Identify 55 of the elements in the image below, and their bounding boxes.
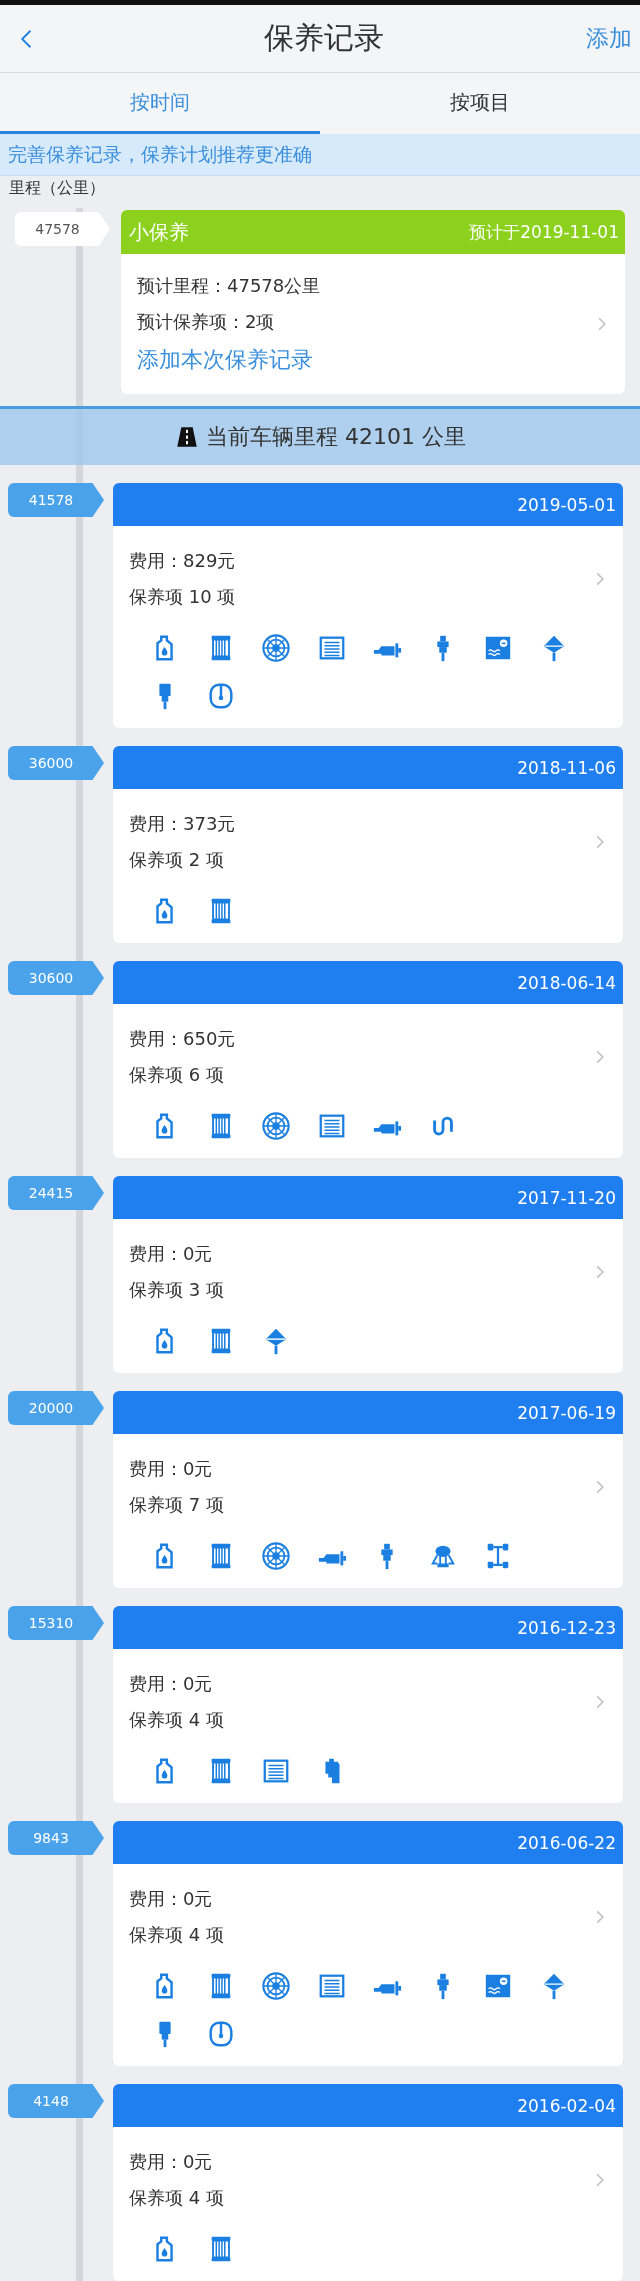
record-date: 2016-02-04 [517,2095,616,2116]
record-card[interactable]: 2018-11-06 费用：373元 保养项 2 项 [113,746,623,943]
current-mileage: 当前车辆里程 42101 公里 [206,423,466,451]
record-date: 2017-11-20 [517,1187,616,1208]
item-count: 保养项 2 项 [129,848,224,872]
cost-text: 费用：0元 [129,1672,213,1696]
cost-text: 费用：0元 [129,1887,213,1911]
item-count: 保养项 4 项 [129,1923,224,1947]
record-card[interactable]: 2017-11-20 费用：0元 保养项 3 项 [113,1176,623,1373]
mileage-tag: 24415 [8,1176,104,1210]
mileage-tag: 20000 [8,1391,104,1425]
cost-text: 费用：0元 [129,1457,213,1481]
item-count: 保养项 3 项 [129,1278,224,1302]
record-card[interactable]: 2016-06-22 费用：0元 保养项 4 项 [113,1821,623,2066]
cost-text: 费用：829元 [129,549,236,573]
mileage-tag: 30600 [8,961,104,995]
item-count: 保养项 4 项 [129,1708,224,1732]
record-date: 2018-11-06 [517,757,616,778]
record-card[interactable]: 2018-06-14 费用：650元 保养项 6 项 [113,961,623,1158]
item-count: 保养项 4 项 [129,2186,224,2210]
record-card[interactable]: 2019-05-01 费用：829元 保养项 10 项 [113,483,623,728]
cost-text: 费用：0元 [129,1242,213,1266]
item-count: 保养项 7 项 [129,1493,224,1517]
item-count: 保养项 6 项 [129,1063,224,1087]
record-date: 2017-06-19 [517,1402,616,1423]
cost-text: 费用：0元 [129,2150,213,2174]
page-title: 保养记录 [263,19,384,57]
record-card[interactable]: 2016-12-23 费用：0元 保养项 4 项 [113,1606,623,1803]
item-count: 保养项 10 项 [129,585,236,609]
record-date: 2016-12-23 [517,1617,616,1638]
record-card[interactable]: 2016-02-04 费用：0元 保养项 4 项 [113,2084,623,2281]
fan-icon [261,1540,291,1572]
tab[interactable]: 按项目 [320,73,640,134]
axis-label: 里程（公里） [9,178,105,197]
plan-card[interactable]: 小保养 预计于2019-11-01 预计里程：47578公里 预计保养项：2项 添加本次保养记录 [121,210,625,394]
mileage-tag: 36000 [8,746,104,780]
plan-title: 小保养 [129,218,189,246]
mileage-tag: 9843 [8,1821,104,1855]
cost-text: 费用：373元 [129,812,236,836]
fan-icon [261,632,291,664]
record-date: 2016-06-22 [517,1832,616,1853]
fan-icon [261,1110,291,1142]
mileage-tag: 41578 [8,483,104,517]
notice-text: 完善保养记录，保养计划推荐更准确 [7,142,313,167]
record-date: 2018-06-14 [517,972,616,993]
cost-text: 费用：650元 [129,1027,236,1051]
mileage-tag: 15310 [8,1606,104,1640]
plan-detail: 预计保养项：2项 [137,310,275,334]
mileage-tag: 4148 [8,2084,104,2118]
due-date: 预计于2019-11-01 [469,220,619,244]
plan-detail: 预计里程：47578公里 [137,274,321,298]
fan-icon [261,1970,291,2002]
record-date: 2019-05-01 [517,494,616,515]
record-card[interactable]: 2017-06-19 费用：0元 保养项 7 项 [113,1391,623,1588]
mileage-tag: 47578 [15,212,110,246]
